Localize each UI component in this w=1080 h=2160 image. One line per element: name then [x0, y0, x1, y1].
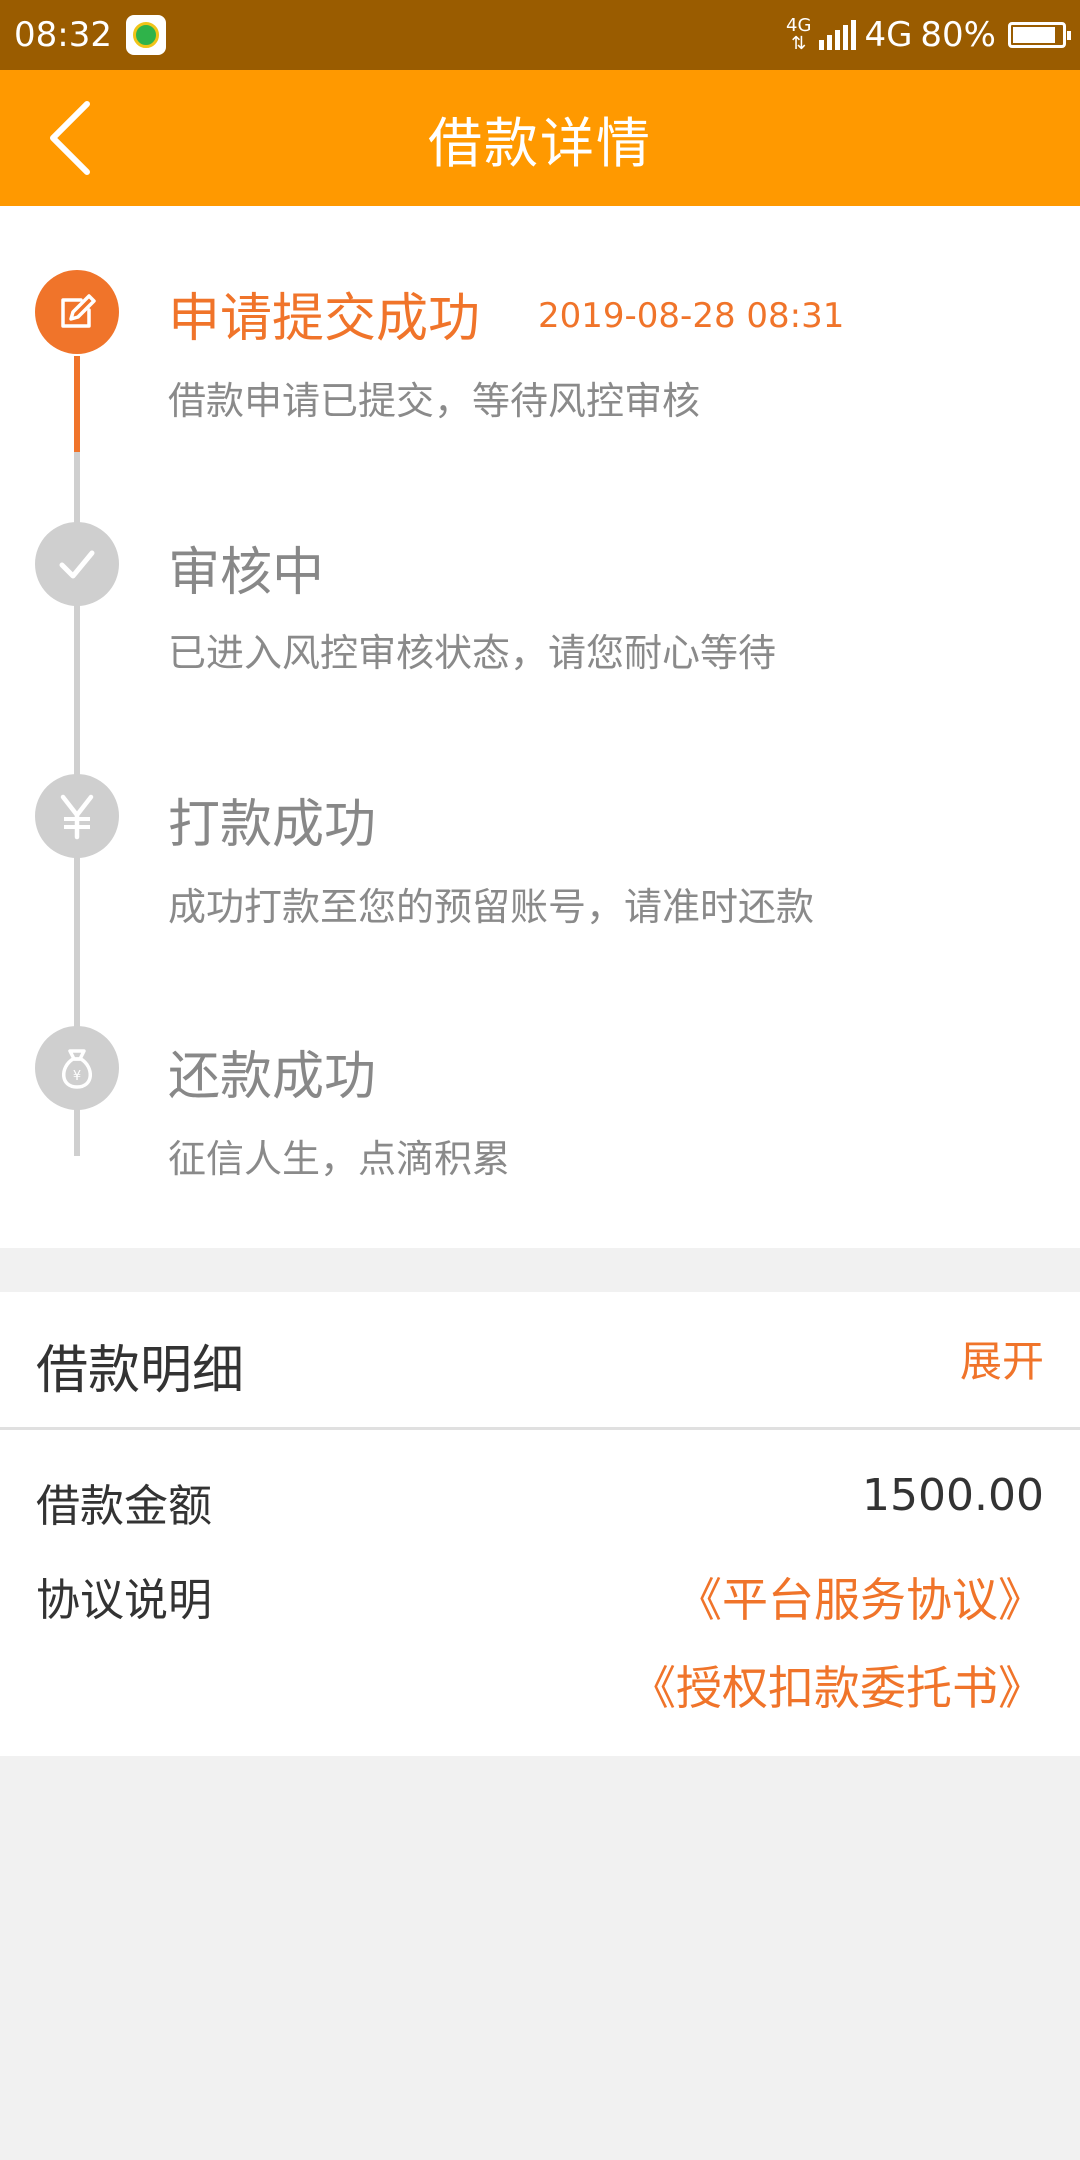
step-time: 2019-08-28 08:31	[538, 296, 845, 336]
step-description: 借款申请已提交，等待风控审核	[168, 379, 701, 423]
section-title: 借款明细	[36, 1341, 245, 1401]
step-title: 还款成功	[168, 1047, 377, 1107]
chevron-left-icon	[50, 101, 90, 175]
loan-amount-value: 1500.00	[862, 1470, 1044, 1521]
battery-icon	[1008, 22, 1071, 48]
status-indicators: 4G ⇅ 4G 80%	[786, 15, 1071, 55]
back-button[interactable]	[30, 98, 110, 178]
check-icon	[35, 522, 119, 606]
step-title: 打款成功	[168, 795, 377, 855]
loan-progress-timeline: 申请提交成功 2019-08-28 08:31 借款申请已提交，等待风控审核 审…	[0, 206, 1080, 1248]
status-bar: 08:32 4G ⇅ 4G 80%	[0, 0, 1080, 70]
platform-service-agreement-link[interactable]: 《平台服务协议》	[676, 1564, 1044, 1630]
svg-text:¥: ¥	[73, 1069, 81, 1084]
signal-icon	[819, 20, 857, 50]
step-title: 审核中	[168, 543, 325, 603]
app-header: 借款详情	[0, 70, 1080, 206]
expand-button[interactable]: 展开	[960, 1328, 1044, 1389]
app-notification-icon	[125, 15, 166, 55]
agreement-label: 协议说明	[36, 1575, 212, 1626]
step-description: 成功打款至您的预留账号，请准时还款	[168, 885, 815, 929]
debit-authorization-link[interactable]: 《授权扣款委托书》	[630, 1652, 1044, 1718]
step-description: 已进入风控审核状态，请您耐心等待	[168, 631, 777, 675]
loan-amount-label: 借款金额	[36, 1481, 212, 1532]
battery-percent: 80%	[920, 15, 996, 55]
yen-icon	[35, 774, 119, 858]
money-bag-icon: ¥	[35, 1026, 119, 1110]
page-title: 借款详情	[428, 111, 652, 175]
loan-detail-card: 借款明细 展开 借款金额 1500.00 协议说明 《平台服务协议》 《授权扣款…	[0, 1292, 1080, 1756]
step-title: 申请提交成功	[168, 289, 481, 349]
step-description: 征信人生，点滴积累	[168, 1137, 511, 1181]
network-type-small: 4G ⇅	[786, 15, 812, 54]
loan-detail-header: 借款明细 展开	[0, 1292, 1080, 1430]
network-type: 4G	[864, 15, 913, 55]
edit-icon	[35, 270, 119, 354]
status-time: 08:32	[14, 15, 112, 55]
timeline-progress	[74, 356, 80, 452]
